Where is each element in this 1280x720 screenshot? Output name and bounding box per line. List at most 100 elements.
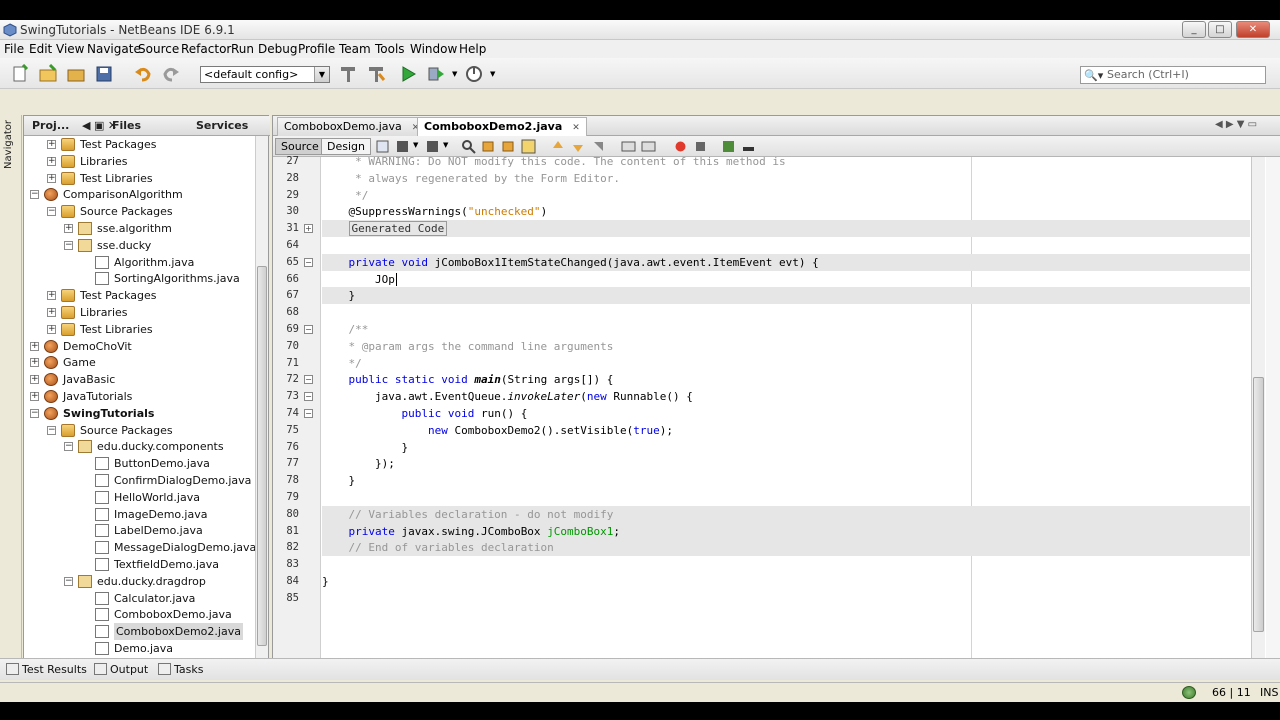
design-view-button[interactable]: Design (321, 138, 371, 155)
config-select[interactable]: <default config> ▼ (200, 66, 330, 83)
expand-toggle-icon[interactable]: + (30, 375, 39, 385)
expand-toggle-icon[interactable]: − (30, 408, 39, 418)
profile-icon[interactable] (464, 64, 484, 84)
code-area[interactable]: * WARNING: Do NOT modify this code. The … (322, 157, 1250, 677)
project-tree-scrollbar[interactable] (255, 136, 268, 676)
close-tab-icon[interactable]: ✕ (572, 123, 580, 133)
build-icon[interactable] (338, 64, 358, 84)
menu-source[interactable]: Source (138, 42, 179, 56)
expand-toggle-icon[interactable]: − (64, 442, 73, 452)
start-macro-icon[interactable] (673, 139, 688, 154)
menu-view[interactable]: View (56, 42, 84, 56)
expand-toggle-icon[interactable]: + (47, 140, 56, 149)
tab-test-results[interactable]: Test Results (6, 663, 87, 676)
code-line[interactable]: */ (322, 355, 1250, 372)
code-line[interactable]: new ComboboxDemo2().setVisible(true); (322, 422, 1250, 439)
expand-toggle-icon[interactable]: + (47, 156, 56, 166)
code-line[interactable]: * always regenerated by the Form Editor. (322, 170, 1250, 187)
code-line[interactable]: * WARNING: Do NOT modify this code. The … (322, 157, 1250, 170)
debug-icon[interactable] (426, 64, 446, 84)
code-line[interactable]: } (322, 287, 1250, 305)
forward-icon[interactable] (425, 139, 440, 154)
find-previous-icon[interactable] (481, 139, 496, 154)
menu-navigate[interactable]: Navigate (87, 42, 141, 56)
save-all-icon[interactable] (94, 64, 114, 84)
code-line[interactable]: * @param args the command line arguments (322, 338, 1250, 355)
redo-icon[interactable] (161, 64, 181, 84)
scrollbar-thumb[interactable] (257, 266, 267, 646)
shift-left-icon[interactable] (621, 139, 636, 154)
code-line[interactable]: */ (322, 187, 1250, 204)
fold-toggle-icon[interactable]: − (304, 392, 313, 402)
fold-toggle-icon[interactable]: − (304, 325, 313, 334)
code-line[interactable]: JOp (322, 271, 1250, 288)
expand-toggle-icon[interactable]: + (47, 324, 56, 334)
expand-toggle-icon[interactable]: + (30, 392, 39, 401)
new-project-icon[interactable] (38, 64, 58, 84)
code-line[interactable]: java.awt.EventQueue.invokeLater(new Runn… (322, 388, 1250, 405)
tab-files[interactable]: Files (112, 119, 141, 132)
run-icon[interactable] (398, 64, 418, 84)
stop-macro-icon[interactable] (693, 139, 708, 154)
expand-toggle-icon[interactable]: − (64, 240, 73, 250)
tab-scroll-arrows-icon[interactable]: ◀ ▶ ▼ ▭ (1215, 119, 1257, 130)
expand-toggle-icon[interactable]: − (64, 576, 73, 586)
menu-help[interactable]: Help (459, 42, 486, 56)
fold-toggle-icon[interactable]: − (304, 375, 313, 385)
tab-tasks[interactable]: Tasks (158, 663, 203, 676)
menu-file[interactable]: File (4, 42, 24, 56)
code-line[interactable]: private void jComboBox1ItemStateChanged(… (322, 253, 1250, 271)
code-line[interactable]: @SuppressWarnings("unchecked") (322, 203, 1250, 220)
fold-toggle-icon[interactable]: − (304, 257, 313, 267)
expand-toggle-icon[interactable]: + (47, 291, 56, 301)
open-project-icon[interactable] (66, 64, 86, 84)
navigator-strip[interactable]: Navigator (0, 115, 22, 675)
close-button[interactable]: ✕ (1236, 21, 1270, 38)
comment-icon[interactable] (721, 139, 736, 154)
tab-comboboxdemo2[interactable]: ComboboxDemo2.java ✕ (417, 117, 587, 136)
editor-scrollbar[interactable] (1251, 157, 1265, 677)
tab-services[interactable]: Services (196, 119, 248, 132)
previous-bookmark-icon[interactable] (551, 139, 566, 154)
maximize-button[interactable]: □ (1208, 21, 1232, 38)
code-line[interactable]: }); (322, 455, 1250, 472)
code-line[interactable]: // Variables declaration - do not modify (322, 505, 1250, 523)
expand-toggle-icon[interactable]: − (47, 207, 56, 217)
back-icon[interactable] (395, 139, 410, 154)
fold-toggle-icon[interactable]: + (304, 224, 313, 234)
history-icon[interactable] (375, 139, 390, 154)
search-input[interactable]: 🔍▾ Search (Ctrl+I) (1080, 66, 1266, 84)
code-line[interactable]: // End of variables declaration (322, 539, 1250, 557)
expand-toggle-icon[interactable]: + (30, 358, 39, 368)
uncomment-icon[interactable] (741, 139, 756, 154)
tab-output[interactable]: Output (94, 663, 148, 676)
menu-edit[interactable]: Edit (29, 42, 52, 56)
menu-refactor[interactable]: Refactor (181, 42, 231, 56)
code-line[interactable] (322, 590, 1250, 607)
toggle-highlight-icon[interactable] (521, 139, 536, 154)
clean-build-icon[interactable] (366, 64, 386, 84)
code-line[interactable]: public void run() { (322, 405, 1250, 422)
code-line[interactable] (322, 237, 1250, 254)
code-line[interactable]: /** (322, 321, 1250, 338)
menu-debug[interactable]: Debug (258, 42, 297, 56)
fold-toggle-icon[interactable]: − (304, 409, 313, 418)
code-line[interactable] (322, 556, 1250, 573)
menu-team[interactable]: Team (339, 42, 371, 56)
code-line[interactable]: Generated Code (322, 220, 1250, 238)
expand-toggle-icon[interactable]: − (47, 425, 56, 435)
menu-profile[interactable]: Profile (298, 42, 335, 56)
shift-right-icon[interactable] (641, 139, 656, 154)
expand-toggle-icon[interactable]: + (64, 224, 73, 233)
status-indicator-icon[interactable] (1182, 686, 1196, 699)
code-line[interactable] (322, 489, 1250, 506)
code-line[interactable]: } (322, 439, 1250, 456)
expand-toggle-icon[interactable]: − (30, 190, 39, 200)
code-line[interactable]: } (322, 573, 1250, 590)
code-line[interactable] (322, 304, 1250, 321)
navigator-label[interactable]: Navigator (3, 120, 14, 169)
undo-icon[interactable] (133, 64, 153, 84)
menu-run[interactable]: Run (231, 42, 254, 56)
expand-toggle-icon[interactable]: + (47, 173, 56, 183)
expand-toggle-icon[interactable]: + (30, 341, 39, 351)
